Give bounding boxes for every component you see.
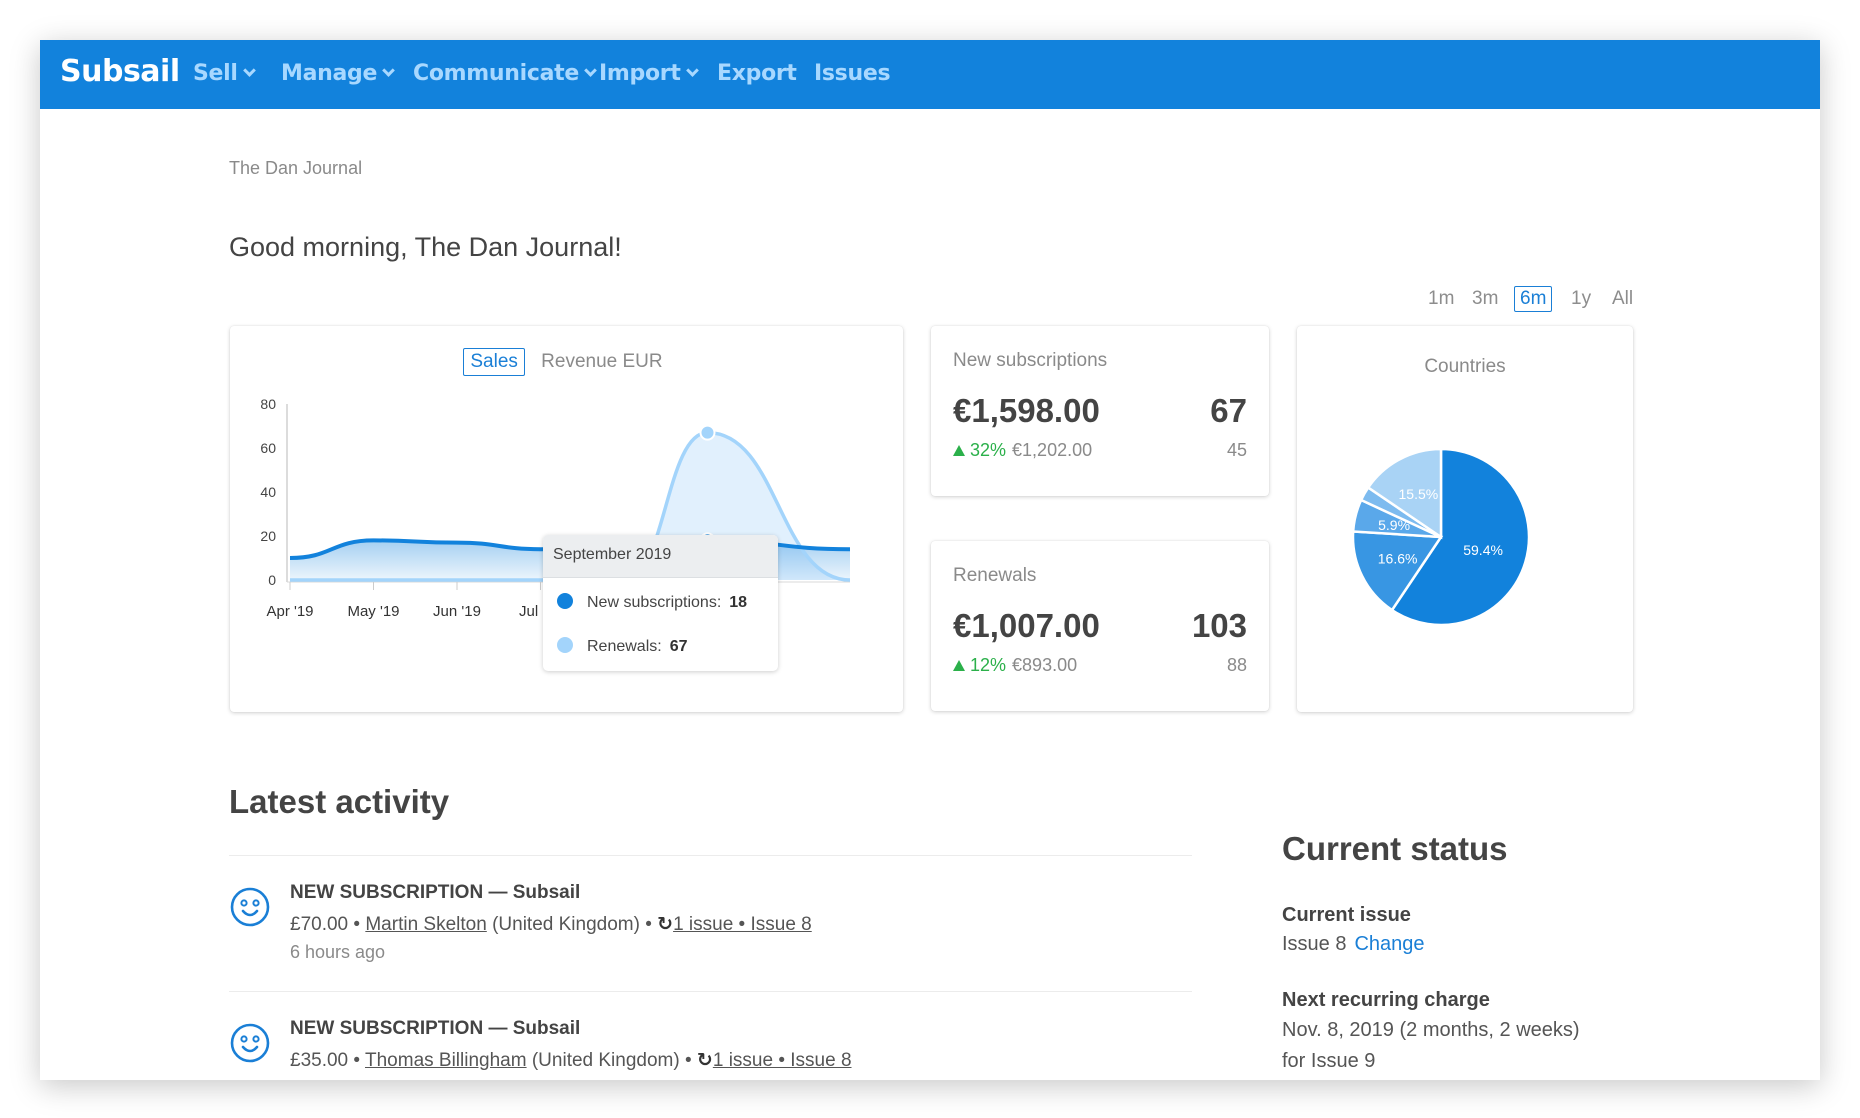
issues-link[interactable]: 1 issue • Issue 8 (713, 1050, 852, 1071)
activity-title: NEW SUBSCRIPTION — Subsail (290, 1018, 581, 1039)
stat-label: Renewals (953, 565, 1037, 586)
page-title: Good morning, The Dan Journal! (229, 232, 622, 262)
nav-export[interactable]: Export (717, 61, 797, 86)
tab-sales[interactable]: Sales (463, 348, 525, 376)
countries-pie-chart[interactable]: 59.4%16.6%5.9%15.5% (1297, 326, 1633, 712)
range-1m[interactable]: 1m (1422, 286, 1460, 312)
arrow-up-icon (953, 660, 965, 671)
stat-change: 12% €893.00 (953, 655, 1077, 676)
current-issue-text: Issue 8 (1282, 933, 1347, 955)
renewals-point (699, 424, 716, 441)
activity-country: (United Kingdom) (531, 1050, 680, 1071)
current-status-title: Current status (1282, 830, 1508, 867)
stat-previous-amount: €893.00 (1012, 655, 1078, 675)
activity-amount: £35.00 (290, 1050, 349, 1071)
y-tick-label: 80 (260, 396, 276, 412)
range-1y[interactable]: 1y (1565, 286, 1597, 312)
activity-time: 6 hours ago (290, 942, 386, 962)
stat-change: 32% €1,202.00 (953, 440, 1092, 461)
change-issue-link[interactable]: Change (1354, 933, 1424, 955)
divider (229, 855, 1192, 856)
series-dot-icon (557, 593, 573, 609)
recurring-icon: ↻ (657, 914, 674, 935)
app-window: Subsail Sell Manage Communicate Import E… (40, 40, 1820, 1080)
activity-details: £35.00 • Thomas Billingham (United Kingd… (290, 1050, 852, 1071)
stat-amount: €1,598.00 (953, 392, 1100, 429)
renewals-card[interactable]: Renewals €1,007.00 103 12% €893.00 88 (931, 541, 1269, 711)
nav-import-label: Import (599, 61, 681, 86)
stat-label: New subscriptions (953, 350, 1108, 371)
nav-manage[interactable]: Manage (281, 61, 395, 86)
stat-change-percent: 12% (970, 655, 1007, 675)
stat-count: 103 (1191, 607, 1247, 644)
activity-country: (United Kingdom) (492, 914, 640, 935)
chart-tabs: Sales Revenue EUR (230, 348, 903, 376)
next-charge-value: Nov. 8, 2019 (2 months, 2 weeks) (1282, 1019, 1580, 1041)
nav-sell-label: Sell (193, 61, 238, 86)
issues-link[interactable]: 1 issue • Issue 8 (673, 914, 812, 935)
breadcrumb[interactable]: The Dan Journal (229, 158, 362, 179)
smiley-icon (230, 887, 270, 927)
nav-manage-label: Manage (281, 61, 378, 86)
chart-tooltip: September 2019 New subscriptions: 18 Rene… (543, 535, 778, 671)
nav-sell[interactable]: Sell (193, 61, 256, 86)
nav-communicate-label: Communicate (413, 61, 579, 86)
x-tick-label: May '19 (347, 603, 399, 620)
nav-issues[interactable]: Issues (814, 61, 891, 86)
chevron-down-icon (584, 64, 597, 77)
range-all[interactable]: All (1606, 286, 1639, 312)
new-subscriptions-card[interactable]: New subscriptions €1,598.00 67 32% €1,202… (931, 326, 1269, 496)
tooltip-row-new-subscriptions: New subscriptions: 18 (557, 593, 747, 612)
x-tick-label: Apr '19 (266, 603, 313, 620)
activity-details: £70.00 • Martin Skelton (United Kingdom)… (290, 914, 812, 935)
stat-change-percent: 32% (970, 440, 1007, 460)
smiley-icon (230, 1023, 270, 1063)
y-tick-label: 20 (260, 528, 276, 544)
divider (229, 991, 1192, 992)
logo[interactable]: Subsail (60, 54, 180, 89)
latest-activity-title: Latest activity (229, 783, 450, 820)
current-issue-label: Current issue (1282, 904, 1411, 926)
y-tick-label: 0 (268, 572, 276, 588)
chevron-down-icon (382, 64, 395, 77)
customer-link[interactable]: Thomas Billingham (365, 1050, 527, 1071)
activity-title: NEW SUBSCRIPTION — Subsail (290, 882, 581, 903)
range-6m[interactable]: 6m (1514, 286, 1553, 312)
series-dot-icon (557, 637, 573, 653)
next-charge-label: Next recurring charge (1282, 989, 1490, 1011)
tooltip-value: 67 (669, 638, 688, 655)
recurring-icon: ↻ (696, 1050, 713, 1071)
pie-slice-label: 59.4% (1463, 542, 1503, 558)
top-nav-bar: Subsail Sell Manage Communicate Import E… (40, 40, 1820, 109)
activity-amount: £70.00 (290, 914, 349, 935)
pie-slice-label: 16.6% (1378, 550, 1418, 566)
nav-communicate[interactable]: Communicate (413, 61, 597, 86)
tooltip-title: September 2019 (543, 535, 778, 578)
stat-previous-count: 88 (1226, 655, 1247, 675)
tooltip-row-renewals: Renewals: 67 (557, 637, 688, 656)
y-tick-label: 60 (260, 440, 276, 456)
range-3m[interactable]: 3m (1466, 286, 1504, 312)
countries-card: Countries 59.4% 16.6% 5.9% 15.5% (1297, 326, 1633, 712)
customer-link[interactable]: Martin Skelton (365, 914, 486, 935)
tooltip-value: 18 (729, 594, 748, 611)
sales-chart-card: 020406080Apr '19May '19Jun '19Jul '19Aug… (230, 326, 903, 712)
tooltip-label: Renewals: (587, 638, 662, 655)
next-charge-issue: for Issue 9 (1282, 1050, 1376, 1072)
stat-amount: €1,007.00 (953, 607, 1100, 644)
tab-revenue-eur[interactable]: Revenue EUR (534, 348, 669, 376)
pie-slice-label: 15.5% (1399, 486, 1439, 502)
x-tick-label: Jun '19 (433, 603, 481, 620)
y-tick-label: 40 (260, 484, 276, 500)
current-issue-value: Issue 8 Change (1282, 933, 1425, 956)
nav-import[interactable]: Import (599, 61, 699, 86)
stat-previous-count: 45 (1226, 440, 1247, 460)
stat-previous-amount: €1,202.00 (1012, 440, 1093, 460)
chevron-down-icon (685, 64, 699, 77)
stat-count: 67 (1210, 392, 1247, 429)
tooltip-label: New subscriptions: (587, 594, 722, 611)
arrow-up-icon (953, 445, 965, 456)
chevron-down-icon (242, 64, 256, 77)
